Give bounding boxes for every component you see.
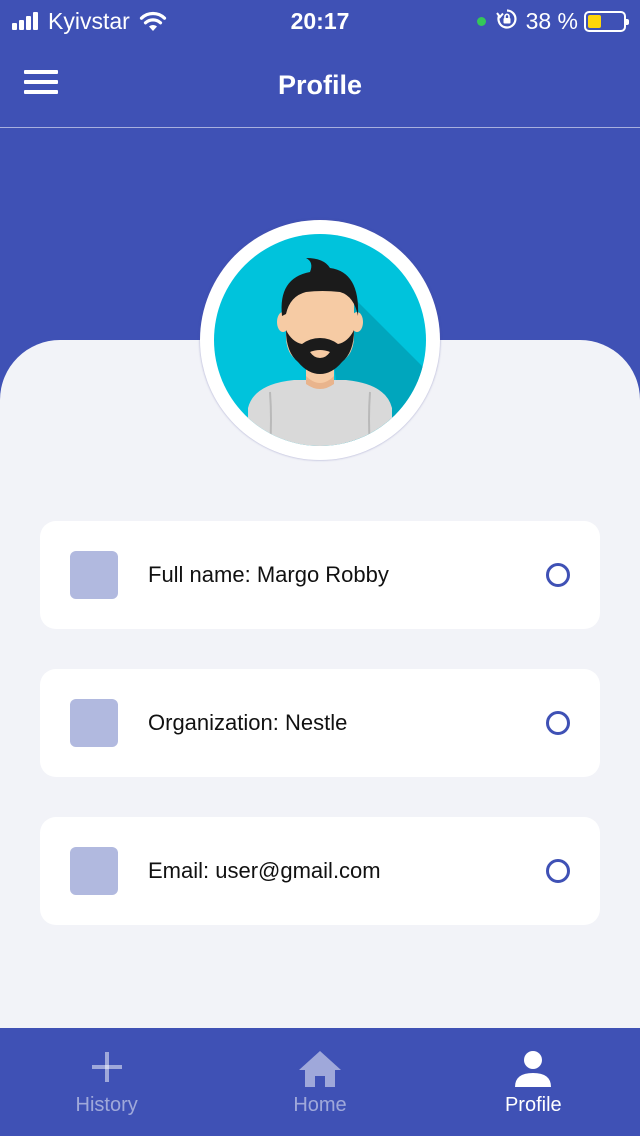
row-icon-placeholder: [70, 699, 118, 747]
page-title: Profile: [277, 70, 363, 100]
status-right: 38 %: [476, 6, 629, 36]
green-dot-icon: [476, 16, 486, 26]
radio-circle-icon[interactable]: [546, 563, 570, 587]
nav-item-home[interactable]: Home: [213, 1028, 426, 1136]
email-label: Email: user@gmail.com: [148, 858, 381, 883]
status-bar: Kyivstar 20:17 38 %: [0, 0, 640, 42]
rotation-lock-icon: [495, 8, 518, 35]
bottom-navigation: History Home Profile: [0, 1028, 640, 1136]
info-row-email[interactable]: Email: user@gmail.com: [40, 817, 600, 925]
radio-circle-icon[interactable]: [546, 859, 570, 883]
nav-label-profile: Profile: [504, 1094, 562, 1116]
nav-item-profile[interactable]: Profile: [427, 1028, 640, 1136]
bearded-man-avatar-icon: [214, 234, 426, 446]
radio-circle-icon[interactable]: [546, 711, 570, 735]
home-icon: [298, 1050, 342, 1093]
row-icon-placeholder: [70, 847, 118, 895]
nav-item-history[interactable]: History: [0, 1028, 213, 1136]
battery-icon: [584, 10, 629, 32]
info-row-organization[interactable]: Organization: Nestle: [40, 669, 600, 777]
info-row-full-name[interactable]: Full name: Margo Robby: [40, 521, 600, 629]
nav-label-home: Home: [293, 1094, 347, 1116]
nav-label-history: History: [75, 1094, 138, 1116]
person-icon: [514, 1050, 552, 1093]
battery-percent: 38 %: [525, 7, 578, 34]
full-name-label: Full name: Margo Robby: [148, 562, 389, 587]
row-icon-placeholder: [70, 551, 118, 599]
battery-level: [588, 14, 601, 28]
profile-avatar: [200, 220, 440, 460]
organization-label: Organization: Nestle: [148, 710, 348, 735]
app-bar: Profile: [0, 42, 640, 128]
plus-icon: [90, 1050, 124, 1089]
